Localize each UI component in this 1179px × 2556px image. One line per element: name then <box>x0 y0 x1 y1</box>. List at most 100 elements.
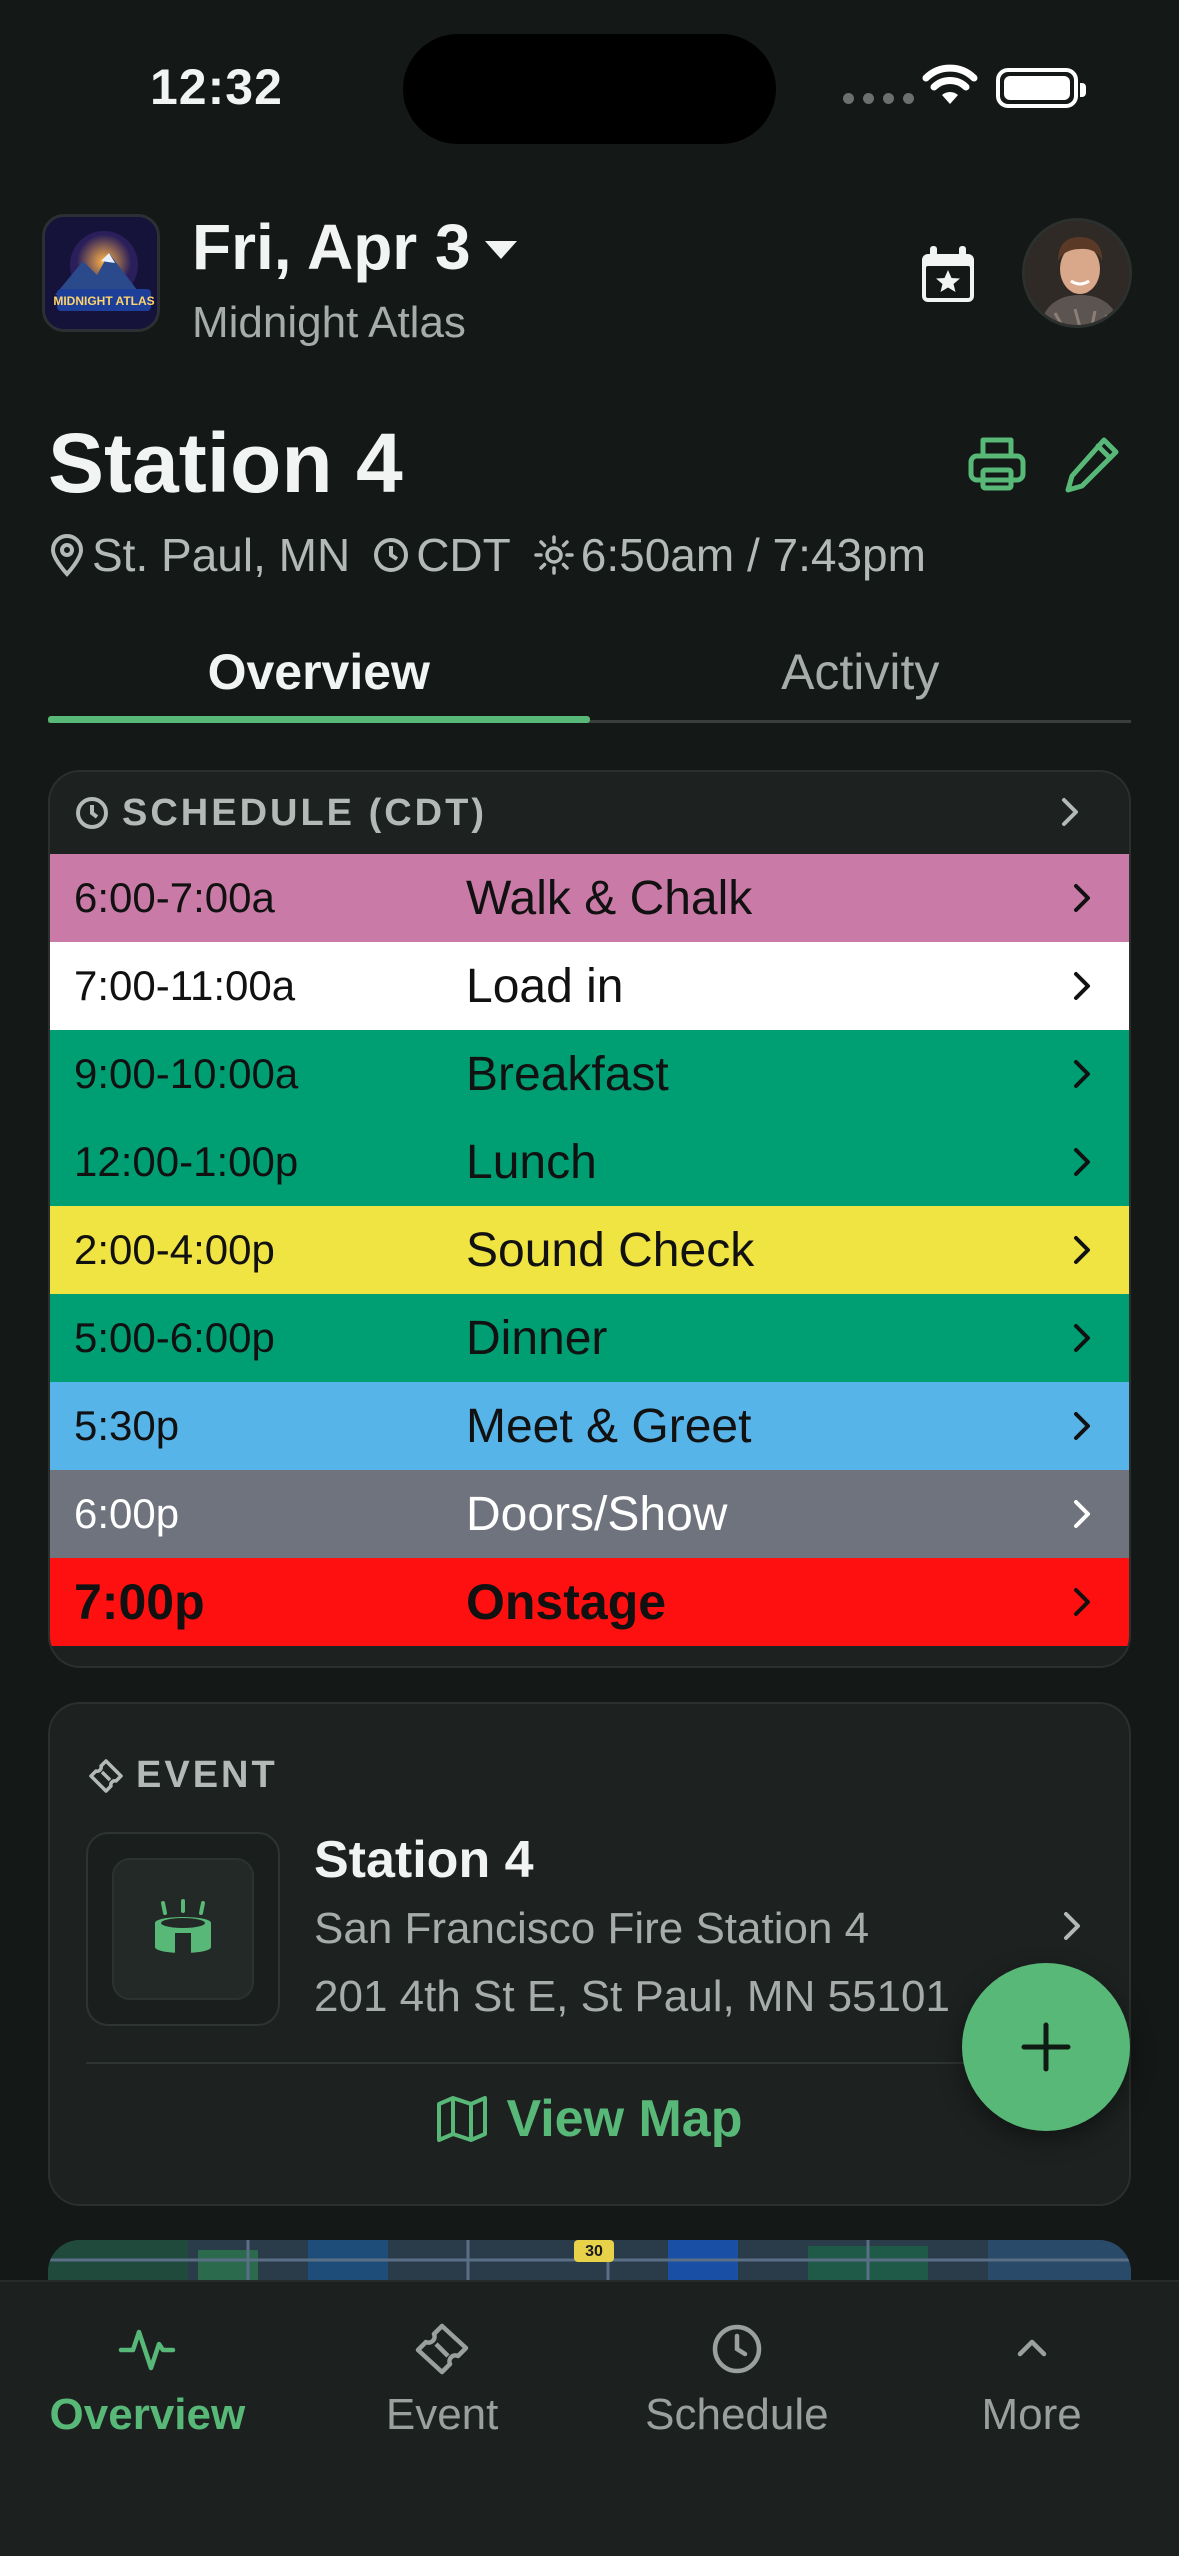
chevron-right-icon[interactable] <box>1061 1908 1083 1944</box>
user-avatar[interactable] <box>1022 218 1132 328</box>
schedule-row[interactable]: 2:00-4:00p Sound Check <box>50 1206 1129 1294</box>
venue-location: St. Paul, MN <box>92 529 351 581</box>
nav-more[interactable]: More <box>884 2282 1179 2556</box>
chevron-right-icon <box>1074 884 1090 912</box>
bottom-nav: Overview Event Schedule More <box>0 2280 1179 2556</box>
clock-icon <box>76 797 108 829</box>
nav-schedule-label: Schedule <box>645 2390 829 2439</box>
schedule-label: Walk & Chalk <box>466 871 753 925</box>
map-pin-icon <box>50 534 84 577</box>
chevron-right-icon <box>1062 798 1078 826</box>
nav-schedule[interactable]: Schedule <box>590 2282 885 2556</box>
schedule-row[interactable]: 5:00-6:00p Dinner <box>50 1294 1129 1382</box>
chevron-right-icon <box>1074 1500 1090 1528</box>
app-logo[interactable]: MIDNIGHT ATLAS <box>42 214 160 332</box>
tab-overview[interactable]: Overview <box>48 625 590 723</box>
activity-icon <box>119 2329 176 2371</box>
calendar-star-icon[interactable] <box>912 238 984 310</box>
chevron-right-icon <box>1074 1060 1090 1088</box>
schedule-label: Doors/Show <box>466 1487 728 1541</box>
view-map-label: View Map <box>506 2090 743 2148</box>
schedule-row[interactable]: 5:30p Meet & Greet <box>50 1382 1129 1470</box>
chevron-right-icon <box>1074 1236 1090 1264</box>
chevron-right-icon <box>1074 1148 1090 1176</box>
schedule-time: 6:00p <box>74 1490 180 1537</box>
nav-overview[interactable]: Overview <box>0 2282 295 2556</box>
logo-text: MIDNIGHT ATLAS <box>53 294 154 308</box>
schedule-label: Load in <box>466 959 624 1013</box>
view-map-button[interactable]: View Map <box>50 2089 1129 2149</box>
date-label: Fri, Apr 3 <box>192 211 471 283</box>
dynamic-island <box>403 34 776 144</box>
page-title: Station 4 <box>48 416 403 510</box>
schedule-row[interactable]: 9:00-10:00a Breakfast <box>50 1030 1129 1118</box>
schedule-time: 7:00p <box>74 1574 205 1630</box>
nav-event-label: Event <box>385 2390 499 2439</box>
date-selector[interactable]: Fri, Apr 3 <box>192 210 517 284</box>
battery-icon <box>996 68 1086 108</box>
map-icon <box>437 2096 488 2142</box>
nav-overview-label: Overview <box>49 2390 246 2439</box>
chevron-right-icon <box>1074 1412 1090 1440</box>
pencil-icon[interactable] <box>1060 432 1124 496</box>
schedule-label: Lunch <box>466 1135 597 1189</box>
schedule-label: Breakfast <box>466 1047 669 1101</box>
cellular-signal-icon <box>843 93 914 104</box>
stadium-icon <box>155 1899 211 1955</box>
tab-activity[interactable]: Activity <box>590 625 1132 720</box>
caret-down-icon <box>484 241 517 259</box>
plus-icon <box>1021 2022 1071 2072</box>
schedule-label: Onstage <box>466 1574 667 1630</box>
clock-icon <box>712 2324 762 2374</box>
nav-more-label: More <box>981 2390 1082 2439</box>
schedule-time: 6:00-7:00a <box>74 874 275 921</box>
schedule-time: 12:00-1:00p <box>74 1138 299 1185</box>
ticket-icon <box>89 1758 123 1793</box>
schedule-row[interactable]: 7:00p Onstage <box>50 1558 1129 1646</box>
tab-bar: Overview Activity <box>48 625 1131 723</box>
schedule-time: 9:00-10:00a <box>74 1050 299 1097</box>
app-header: MIDNIGHT ATLAS Fri, Apr 3 Midnight Atlas <box>40 210 1140 350</box>
printer-icon[interactable] <box>965 432 1029 496</box>
status-bar: 12:32 <box>0 0 1179 170</box>
sun-icon <box>534 535 574 575</box>
map-preview[interactable]: 30 <box>48 2240 1131 2280</box>
schedule-label: Meet & Greet <box>466 1399 752 1453</box>
sunrise-sunset: 6:50am / 7:43pm <box>580 529 926 581</box>
venue-meta: St. Paul, MN CDT 6:50am / 7:43pm <box>48 528 938 582</box>
event-name[interactable]: Station 4 <box>314 1830 534 1890</box>
schedule-row[interactable]: 7:00-11:00a Load in <box>50 942 1129 1030</box>
chevron-up-icon <box>1017 2339 1046 2357</box>
schedule-row[interactable]: 6:00p Doors/Show <box>50 1470 1129 1558</box>
schedule-title: SCHEDULE (CDT) <box>122 791 487 834</box>
schedule-time: 5:00-6:00p <box>74 1314 275 1361</box>
schedule-card: SCHEDULE (CDT) 6:00-7:00a Walk & Chalk 7:0… <box>48 770 1131 1668</box>
schedule-time: 2:00-4:00p <box>74 1226 275 1273</box>
venue-thumbnail <box>86 1832 280 2026</box>
schedule-time: 5:30p <box>74 1402 180 1449</box>
schedule-row[interactable]: 6:00-7:00a Walk & Chalk <box>50 854 1129 942</box>
schedule-time: 7:00-11:00a <box>74 962 296 1009</box>
route-shield-label: 30 <box>585 2243 603 2260</box>
divider <box>86 2062 1093 2064</box>
chevron-right-icon <box>1074 1324 1090 1352</box>
ticket-icon <box>415 2323 469 2375</box>
schedule-label: Sound Check <box>466 1223 755 1277</box>
venue-timezone: CDT <box>416 529 511 581</box>
status-time: 12:32 <box>150 59 283 115</box>
event-address: 201 4th St E, St Paul, MN 55101 <box>314 1972 950 2021</box>
event-section-header: EVENT <box>88 1754 278 1797</box>
chevron-right-icon <box>1074 972 1090 1000</box>
wifi-icon <box>922 64 978 104</box>
nav-event[interactable]: Event <box>295 2282 590 2556</box>
workspace-name: Midnight Atlas <box>192 298 466 347</box>
clock-icon <box>374 538 409 572</box>
add-button[interactable] <box>962 1963 1130 2131</box>
schedule-header[interactable]: SCHEDULE (CDT) <box>50 772 1129 854</box>
event-section-title: EVENT <box>136 1754 278 1796</box>
chevron-right-icon <box>1074 1588 1090 1616</box>
schedule-row[interactable]: 12:00-1:00p Lunch <box>50 1118 1129 1206</box>
event-card: EVENT Station 4 San Francisco Fire Stati… <box>48 1702 1131 2206</box>
schedule-list: 6:00-7:00a Walk & Chalk 7:00-11:00a Load in… <box>50 854 1129 1646</box>
event-place: San Francisco Fire Station 4 <box>314 1904 870 1953</box>
